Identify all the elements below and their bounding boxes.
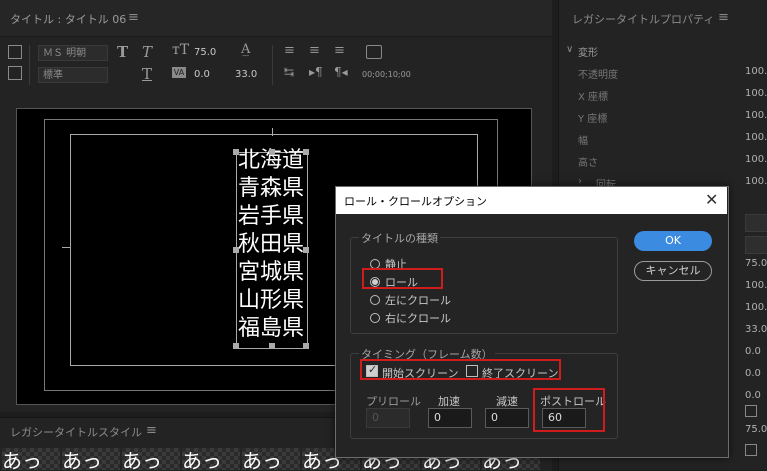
property-value[interactable]: 33.0: [745, 324, 767, 335]
y-position-value[interactable]: 100.: [745, 110, 767, 121]
font-style-select[interactable]: 標準: [38, 67, 108, 83]
radio-crawl-left[interactable]: [370, 295, 380, 305]
property-value[interactable]: 0.0: [745, 368, 761, 379]
title-type-group-label: タイトルの種類: [359, 230, 440, 246]
width-value[interactable]: 100.: [745, 132, 767, 143]
resize-handle[interactable]: [269, 343, 275, 349]
radio-crawl-right-label[interactable]: 右にクロール: [385, 310, 451, 326]
resize-handle[interactable]: [303, 247, 309, 253]
text-line: 秋田県: [238, 232, 305, 257]
property-value[interactable]: 100.: [745, 302, 767, 313]
preroll-input[interactable]: 0: [366, 408, 410, 428]
ease-out-label: 減速: [496, 395, 518, 408]
highlight-screen-options: [360, 359, 561, 380]
dialog-title: ロール・クロールオプション: [344, 195, 487, 208]
style-swatch[interactable]: あっ: [242, 448, 300, 470]
style-swatch[interactable]: あっ: [122, 448, 180, 470]
cancel-button[interactable]: キャンセル: [634, 261, 712, 281]
text-line: 岩手県: [238, 204, 305, 229]
text-line: 宮城県: [238, 260, 305, 285]
property-value[interactable]: 75.0: [745, 258, 767, 269]
styles-panel-menu-icon[interactable]: ≡: [146, 423, 157, 438]
property-value[interactable]: 100.: [745, 280, 767, 291]
title-panel-menu-icon[interactable]: ≡: [128, 10, 139, 25]
x-position-label: X 座標: [578, 92, 609, 103]
align-center-icon[interactable]: ≡: [309, 43, 320, 58]
text-line: 山形県: [238, 288, 305, 313]
resize-handle[interactable]: [233, 247, 239, 253]
toolbar-divider: [29, 45, 30, 85]
style-swatch[interactable]: あっ: [2, 448, 60, 470]
roll-crawl-options-icon[interactable]: [8, 66, 22, 80]
text-line: 青森県: [238, 176, 305, 201]
align-right-icon[interactable]: ≡: [334, 43, 345, 58]
height-label: 高さ: [578, 158, 598, 169]
ease-out-input[interactable]: 0: [485, 408, 529, 428]
bold-icon[interactable]: T: [117, 43, 128, 61]
collapse-icon[interactable]: ∨: [566, 44, 573, 55]
highlight-postroll: [533, 388, 605, 432]
resize-handle[interactable]: [233, 149, 239, 155]
property-value[interactable]: 75.0: [745, 424, 767, 435]
style-swatch[interactable]: あっ: [182, 448, 240, 470]
radio-crawl-right[interactable]: [370, 313, 380, 323]
leading-icon: A̲: [241, 42, 251, 57]
align-left-icon[interactable]: ≡: [284, 43, 295, 58]
styles-panel-header: レガシータイトルスタイル: [10, 426, 142, 439]
timecode[interactable]: 00;00;10;00: [362, 70, 411, 79]
preroll-label: プリロール: [366, 395, 421, 408]
underline-icon[interactable]: T: [142, 65, 152, 83]
close-icon[interactable]: ✕: [705, 190, 718, 209]
text-line: 福島県: [238, 316, 305, 341]
transform-section-label[interactable]: 変形: [578, 44, 598, 59]
ok-button[interactable]: OK: [634, 231, 712, 251]
opacity-value[interactable]: 100.: [745, 66, 767, 77]
property-value[interactable]: 0.0: [745, 390, 761, 401]
radio-crawl-left-label[interactable]: 左にクロール: [385, 292, 451, 308]
center-marker-left: [62, 247, 70, 248]
properties-select[interactable]: [745, 214, 767, 232]
tab-left-icon[interactable]: ▸¶: [309, 65, 323, 79]
tracking-icon: VA: [172, 67, 186, 78]
tab-right-icon[interactable]: ¶◂: [334, 65, 348, 79]
italic-icon[interactable]: T: [142, 43, 152, 61]
ease-in-label: 加速: [438, 395, 460, 408]
height-value[interactable]: 100.: [745, 154, 767, 165]
show-video-icon[interactable]: [366, 45, 382, 59]
property-checkbox[interactable]: [745, 444, 757, 456]
width-label: 幅: [578, 136, 588, 147]
new-title-icon[interactable]: [8, 45, 22, 59]
style-swatch[interactable]: あっ: [62, 448, 120, 470]
font-style-value: 標準: [43, 70, 63, 81]
toolbar-divider: [272, 45, 273, 85]
property-value[interactable]: 0.0: [745, 346, 761, 357]
x-position-value[interactable]: 100.: [745, 88, 767, 99]
font-size-value[interactable]: 75.0: [194, 47, 216, 58]
rotation-value[interactable]: 100.: [745, 176, 767, 187]
text-box[interactable]: 北海道 青森県 岩手県 秋田県 宮城県 山形県 福島県: [233, 148, 309, 349]
y-position-label: Y 座標: [578, 114, 608, 125]
center-marker-top: [272, 128, 273, 136]
opacity-label: 不透明度: [578, 70, 618, 81]
ease-in-input[interactable]: 0: [428, 408, 472, 428]
properties-panel-header: レガシータイトルプロパティ: [572, 13, 715, 26]
font-family-value: ＭＳ 明朝: [43, 48, 87, 59]
font-family-select[interactable]: ＭＳ 明朝: [38, 45, 108, 61]
tracking-value[interactable]: 0.0: [194, 69, 210, 80]
property-checkbox[interactable]: [745, 405, 757, 417]
properties-select[interactable]: [745, 236, 767, 254]
resize-handle[interactable]: [303, 343, 309, 349]
title-panel-tab[interactable]: タイトル : タイトル 06: [10, 11, 126, 27]
resize-handle[interactable]: [233, 343, 239, 349]
highlight-roll: [362, 268, 443, 289]
leading-value[interactable]: 33.0: [235, 69, 257, 80]
resize-handle[interactable]: [303, 149, 309, 155]
tab-stops-icon[interactable]: ↹: [284, 65, 294, 79]
font-size-icon: тT: [172, 42, 190, 58]
properties-panel-menu-icon[interactable]: ≡: [718, 10, 729, 25]
resize-handle[interactable]: [269, 149, 275, 155]
